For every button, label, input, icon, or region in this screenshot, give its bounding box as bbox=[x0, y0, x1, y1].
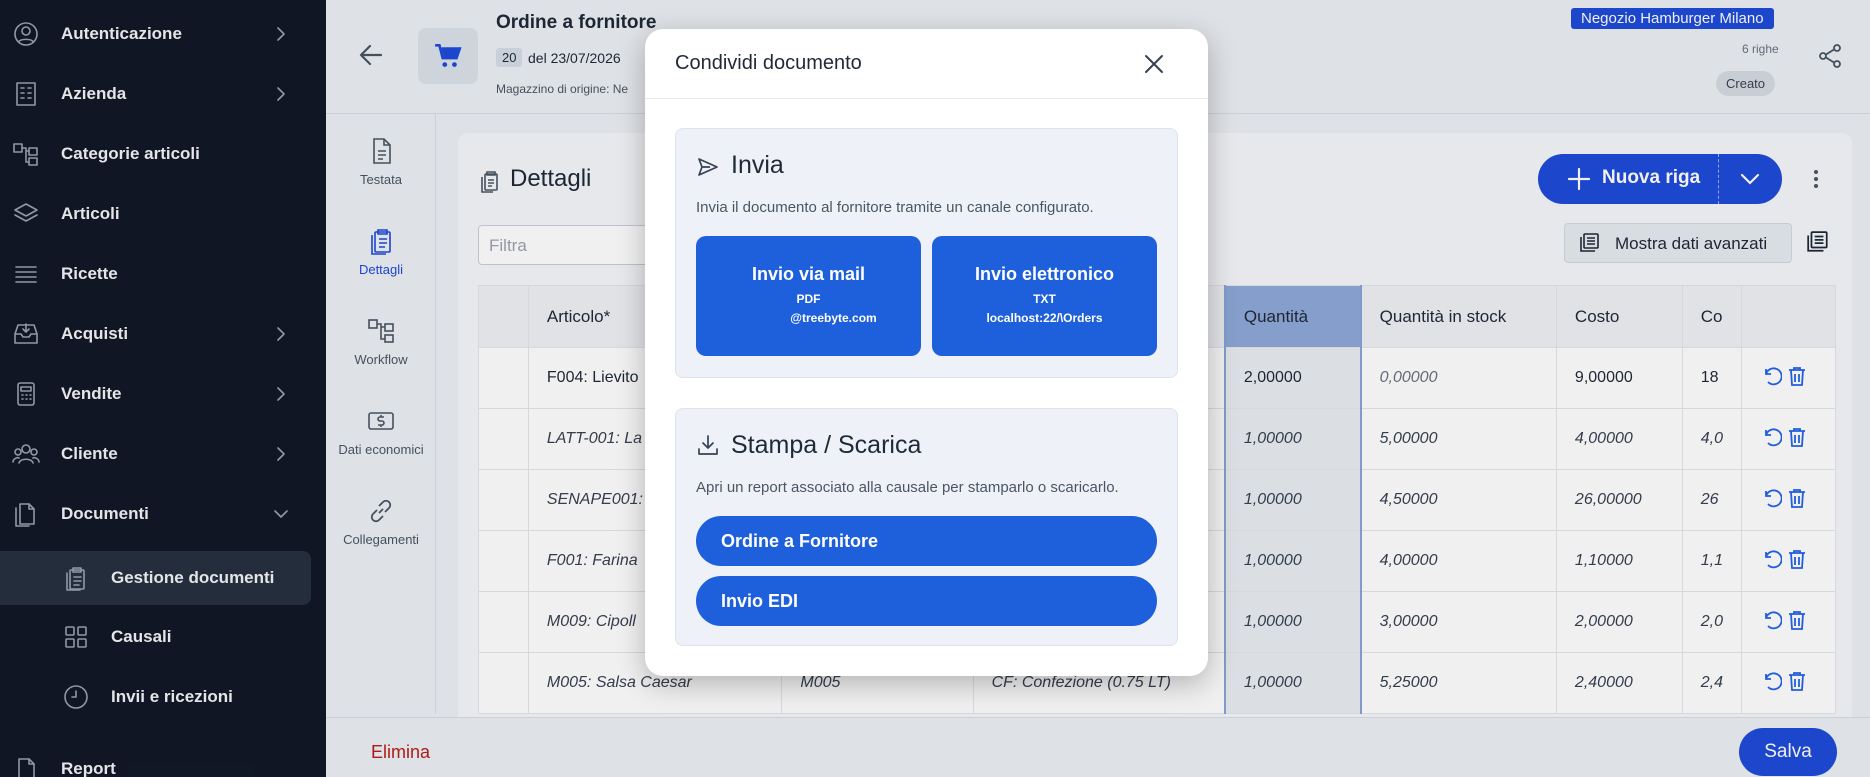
send-electronic-label: Invio elettronico bbox=[974, 264, 1115, 284]
send-email-button[interactable]: Invio via mail PDF @treebyte.com bbox=[696, 236, 921, 356]
send-icon bbox=[698, 158, 718, 176]
send-email-recipient: @treebyte.com bbox=[790, 311, 877, 325]
download-icon bbox=[698, 435, 718, 455]
send-electronic-button[interactable]: Invio elettronico TXT localhost:22/\Orde… bbox=[932, 236, 1157, 356]
send-section-description: Invia il documento al fornitore tramite … bbox=[696, 199, 1094, 216]
dialog-title: Condividi documento bbox=[675, 52, 862, 74]
report-order-supplier-button[interactable]: Ordine a Fornitore bbox=[696, 516, 1157, 566]
print-section-title: Stampa / Scarica bbox=[731, 431, 922, 459]
send-electronic-format: TXT bbox=[1033, 292, 1056, 306]
print-section-description: Apri un report associato alla causale pe… bbox=[696, 479, 1119, 496]
print-download-section: Stampa / Scarica Apri un report associat… bbox=[675, 408, 1178, 646]
dialog-header: Condividi documento bbox=[645, 29, 1208, 99]
close-icon[interactable] bbox=[1141, 51, 1167, 77]
share-document-dialog: Condividi documento Invia Invia il docum… bbox=[645, 29, 1208, 676]
report-edi-button[interactable]: Invio EDI bbox=[696, 576, 1157, 626]
send-email-format: PDF bbox=[796, 292, 821, 306]
send-section-title: Invia bbox=[731, 151, 784, 179]
send-email-label: Invio via mail bbox=[751, 264, 866, 284]
send-section: Invia Invia il documento al fornitore tr… bbox=[675, 128, 1178, 378]
send-electronic-destination: localhost:22/\Orders bbox=[986, 311, 1103, 325]
